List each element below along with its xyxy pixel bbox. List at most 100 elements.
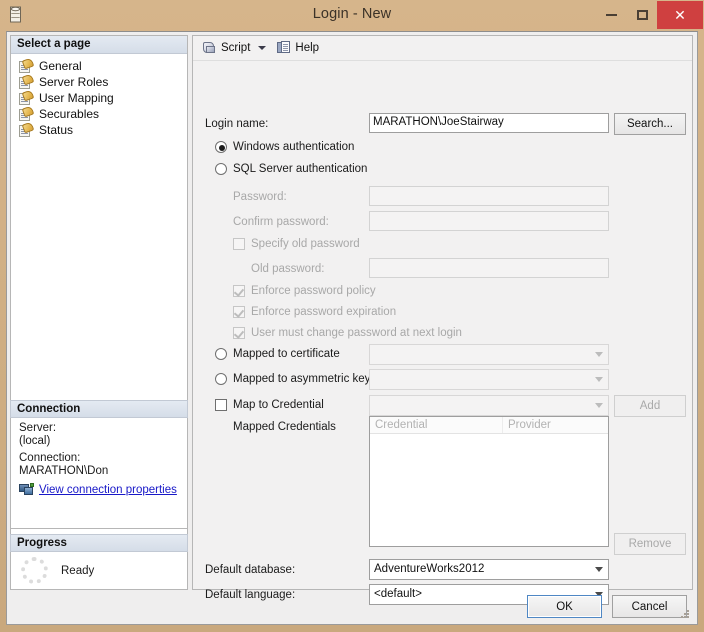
sidebar-item-status[interactable]: Status (11, 121, 187, 138)
confirm-password-input[interactable] (369, 211, 609, 231)
view-connection-properties-link[interactable]: View connection properties (39, 484, 177, 496)
chevron-down-icon (595, 567, 603, 572)
checkbox-indicator (233, 327, 245, 339)
close-icon: ✕ (674, 6, 686, 23)
progress-status: Ready (61, 564, 95, 577)
checkbox-indicator (215, 399, 227, 411)
add-credential-button[interactable]: Add (614, 395, 686, 417)
dialog-client-area: Select a page General Server Roles User … (6, 31, 698, 625)
connection-section-body: Server: (local) Connection: MARATHON\Don… (10, 418, 188, 529)
radio-indicator (215, 348, 227, 360)
progress-row: Ready (11, 552, 187, 584)
server-value: (local) (19, 435, 51, 447)
sql-authentication-label: SQL Server authentication (233, 163, 368, 175)
map-to-credential-label: Map to Credential (233, 399, 324, 411)
credential-select[interactable] (369, 395, 609, 416)
window-controls: ✕ (595, 1, 703, 29)
radio-indicator (215, 141, 227, 153)
map-to-credential-checkbox[interactable]: Map to Credential (215, 399, 324, 411)
mapped-to-asymmetric-key-label: Mapped to asymmetric key (233, 373, 371, 385)
old-password-input[interactable] (369, 258, 609, 278)
confirm-password-label: Confirm password: (233, 216, 329, 228)
checkbox-indicator (233, 306, 245, 318)
close-button[interactable]: ✕ (657, 1, 703, 29)
sidebar-item-securables[interactable]: Securables (11, 105, 187, 122)
mapped-to-certificate-radio[interactable]: Mapped to certificate (215, 348, 340, 360)
page-wrench-icon (19, 105, 35, 121)
listview-body (370, 434, 608, 563)
help-button[interactable]: Help (273, 38, 323, 59)
user-must-change-password-checkbox[interactable]: User must change password at next login (233, 327, 462, 339)
chevron-down-icon[interactable] (258, 46, 267, 50)
resize-grip-icon[interactable] (680, 610, 690, 620)
chevron-down-icon (595, 403, 603, 408)
password-label: Password: (233, 191, 287, 203)
enforce-password-expiration-checkbox[interactable]: Enforce password expiration (233, 306, 396, 318)
enforce-password-expiration-label: Enforce password expiration (251, 306, 397, 318)
asymmetric-key-select[interactable] (369, 369, 609, 390)
general-form: Login name: MARATHON\JoeStairway Search.… (193, 61, 692, 605)
mapped-to-certificate-label: Mapped to certificate (233, 348, 340, 360)
enforce-password-policy-label: Enforce password policy (251, 285, 376, 297)
password-input[interactable] (369, 186, 609, 206)
sidebar-item-general[interactable]: General (11, 57, 187, 74)
sidebar-item-label: Server Roles (39, 75, 109, 89)
page-wrench-icon (19, 57, 35, 73)
sidebar-item-label: Securables (39, 107, 100, 121)
cancel-button[interactable]: Cancel (612, 595, 687, 618)
sidebar-item-label: Status (39, 123, 74, 137)
mapped-credentials-listview[interactable]: Credential Provider (369, 416, 609, 547)
default-database-value: AdventureWorks2012 (374, 563, 485, 575)
network-connection-icon (19, 483, 34, 496)
user-must-change-password-label: User must change password at next login (251, 327, 462, 339)
progress-spinner-icon (21, 557, 48, 584)
column-header-provider[interactable]: Provider (503, 417, 606, 433)
connection-info: Connection: MARATHON\Don (11, 448, 187, 478)
view-connection-properties-row[interactable]: View connection properties (11, 478, 187, 496)
sidebar-item-label: General (39, 59, 82, 73)
page-wrench-icon (19, 121, 35, 137)
old-password-label: Old password: (251, 263, 325, 275)
login-new-dialog: Login - New ✕ Select a page General Serv… (0, 0, 704, 632)
radio-indicator (215, 163, 227, 175)
login-name-input[interactable]: MARATHON\JoeStairway (369, 113, 609, 133)
script-button[interactable]: Script (198, 38, 254, 59)
ok-button[interactable]: OK (527, 595, 602, 618)
enforce-password-policy-checkbox[interactable]: Enforce password policy (233, 285, 376, 297)
help-label: Help (295, 42, 320, 54)
connection-value: MARATHON\Don (19, 465, 109, 477)
radio-indicator (215, 373, 227, 385)
login-name-label: Login name: (205, 118, 269, 130)
chevron-down-icon (595, 377, 603, 382)
minimize-button[interactable] (595, 1, 627, 29)
mapped-to-asymmetric-key-radio[interactable]: Mapped to asymmetric key (215, 373, 370, 385)
connection-section-header: Connection (10, 400, 188, 418)
dialog-toolbar: Script Help (193, 36, 692, 61)
mapped-credentials-label: Mapped Credentials (233, 421, 336, 433)
sql-authentication-radio[interactable]: SQL Server authentication (215, 163, 367, 175)
dialog-footer: OK Cancel (10, 592, 693, 622)
progress-section-body: Ready (10, 552, 188, 590)
windows-authentication-radio[interactable]: Windows authentication (215, 141, 354, 153)
chevron-down-icon (595, 352, 603, 357)
default-database-select[interactable]: AdventureWorks2012 (369, 559, 609, 580)
connection-label: Connection: (19, 452, 81, 464)
specify-old-password-checkbox[interactable]: Specify old password (233, 238, 360, 250)
remove-credential-button[interactable]: Remove (614, 533, 686, 555)
search-button[interactable]: Search... (614, 113, 686, 135)
sidebar-item-server-roles[interactable]: Server Roles (11, 73, 187, 90)
sidebar-item-user-mapping[interactable]: User Mapping (11, 89, 187, 106)
checkbox-indicator (233, 238, 245, 250)
certificate-select[interactable] (369, 344, 609, 365)
server-info: Server: (local) (11, 418, 187, 448)
page-wrench-icon (19, 89, 35, 105)
title-bar[interactable]: Login - New ✕ (0, 0, 704, 31)
column-header-credential[interactable]: Credential (370, 417, 503, 433)
general-page-panel: Script Help Login name: MARATHON\JoeStai… (192, 35, 693, 605)
specify-old-password-label: Specify old password (251, 238, 360, 250)
page-wrench-icon (19, 73, 35, 89)
script-label: Script (221, 42, 251, 54)
default-database-label: Default database: (205, 564, 296, 576)
page-list: General Server Roles User Mapping Secura… (11, 54, 187, 138)
maximize-button[interactable] (627, 1, 657, 29)
